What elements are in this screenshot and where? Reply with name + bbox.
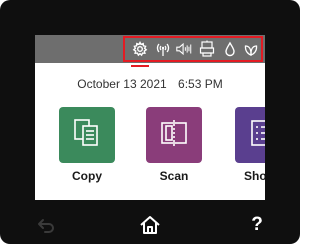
scan-app-tile[interactable] [146, 107, 202, 163]
settings-selection-indicator [131, 65, 149, 67]
current-date: October 13 2021 [77, 77, 167, 91]
date-time-display: October 13 2021 6:53 PM [35, 77, 265, 91]
copy-icon [70, 116, 104, 155]
touch-screen: October 13 2021 6:53 PM Copy Scan Sho [35, 35, 265, 200]
status-bar [35, 35, 265, 63]
shortcuts-app-label[interactable]: Short [235, 169, 265, 183]
ink-icon[interactable] [221, 39, 239, 59]
shortcuts-icon [246, 116, 265, 155]
scan-app-label[interactable]: Scan [146, 169, 202, 183]
current-time: 6:53 PM [178, 77, 223, 91]
help-button[interactable]: ? [246, 214, 268, 236]
back-icon[interactable] [35, 214, 57, 236]
eco-icon[interactable] [242, 39, 260, 59]
printer-control-panel: October 13 2021 6:53 PM Copy Scan Sho ? [0, 0, 300, 244]
home-icon[interactable] [139, 214, 161, 236]
settings-icon[interactable] [131, 39, 149, 59]
shortcuts-app-tile[interactable] [235, 107, 265, 163]
sound-icon[interactable] [175, 39, 193, 59]
wireless-icon[interactable] [154, 39, 172, 59]
copy-app-tile[interactable] [59, 107, 115, 163]
network-icon[interactable] [198, 39, 216, 59]
scan-icon [157, 116, 191, 155]
copy-app-label[interactable]: Copy [59, 169, 115, 183]
